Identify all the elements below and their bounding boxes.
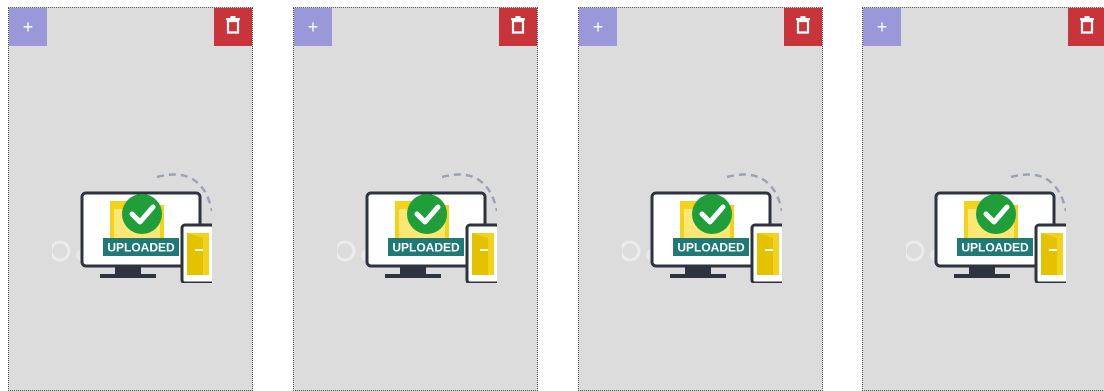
upload-success-illustration: UPLOADED: [337, 173, 497, 283]
check-icon: [976, 194, 1016, 234]
upload-card: + UPLOADED: [293, 7, 538, 391]
upload-success-illustration: UPLOADED: [52, 173, 212, 283]
upload-card: + UPLOADED: [578, 7, 823, 391]
add-button[interactable]: +: [9, 8, 47, 46]
status-label: UPLOADED: [961, 241, 1029, 255]
plus-icon: +: [876, 17, 888, 37]
delete-button[interactable]: [499, 8, 537, 46]
upload-card: + UPLOADED: [8, 7, 253, 391]
status-label: UPLOADED: [107, 241, 175, 255]
upload-card: + UPLOADED: [862, 7, 1104, 391]
check-icon: [692, 194, 732, 234]
plus-icon: +: [22, 17, 34, 37]
check-icon: [407, 194, 447, 234]
trash-icon: [796, 15, 810, 39]
plus-icon: +: [307, 17, 319, 37]
add-button[interactable]: +: [863, 8, 901, 46]
delete-button[interactable]: [1068, 8, 1104, 46]
status-label: UPLOADED: [392, 241, 460, 255]
add-button[interactable]: +: [579, 8, 617, 46]
trash-icon: [511, 15, 525, 39]
delete-button[interactable]: [784, 8, 822, 46]
delete-button[interactable]: [214, 8, 252, 46]
upload-success-illustration: UPLOADED: [622, 173, 782, 283]
add-button[interactable]: +: [294, 8, 332, 46]
status-label: UPLOADED: [677, 241, 745, 255]
trash-icon: [226, 15, 240, 39]
check-icon: [122, 194, 162, 234]
upload-success-illustration: UPLOADED: [906, 173, 1066, 283]
trash-icon: [1080, 15, 1094, 39]
plus-icon: +: [592, 17, 604, 37]
